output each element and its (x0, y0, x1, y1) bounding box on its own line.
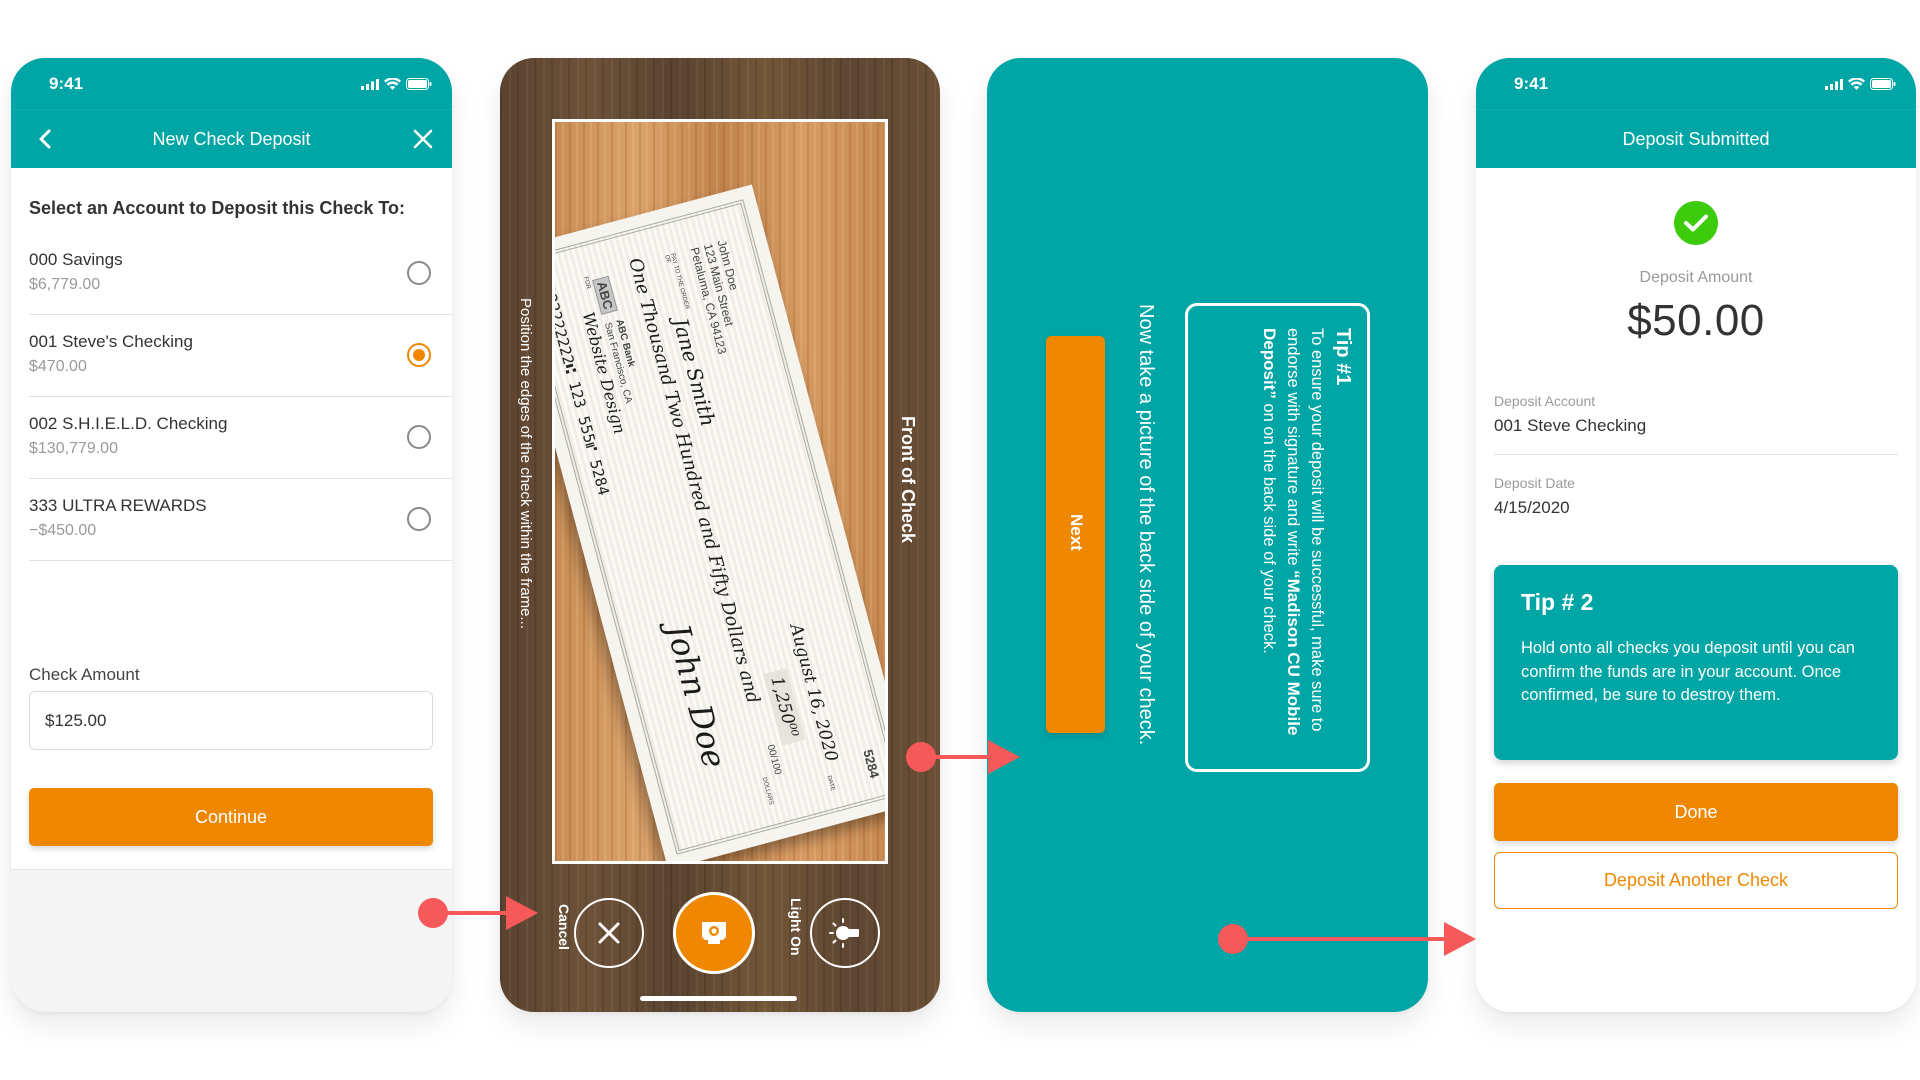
tip-title: Tip # 2 (1521, 589, 1594, 615)
account-balance: $130,779.00 (29, 440, 118, 457)
deposit-date-label: Deposit Date (1494, 475, 1575, 491)
close-icon (598, 922, 620, 944)
flashlight-toggle-button[interactable] (810, 898, 880, 968)
check-dollars-label: DOLLARS (760, 776, 774, 806)
account-radio[interactable] (407, 261, 431, 285)
screen-deposit-submitted: 9:41 Deposit Submitted Deposit Amount $5… (1476, 58, 1916, 1012)
capture-title: Front of Check (898, 416, 918, 544)
account-option[interactable]: 001 Steve's Checking $470.00 (29, 315, 452, 397)
light-label: Light On (788, 898, 804, 956)
signal-icon (1825, 78, 1843, 90)
check-memo-label: FOR (582, 276, 592, 290)
deposit-account-label: Deposit Account (1494, 393, 1596, 409)
check-capture-frame: John Doe 123 Main Street Petaluma, CA 94… (552, 119, 888, 864)
check-number: 5284 (860, 747, 883, 780)
tip-card: Tip # 2 Hold onto all checks you deposit… (1494, 565, 1898, 760)
cancel-label: Cancel (556, 904, 572, 950)
account-option[interactable]: 002 S.H.I.E.L.D. Checking $130,779.00 (29, 397, 452, 479)
wifi-icon (384, 78, 401, 90)
flow-arrow (906, 740, 1021, 774)
check-amount-label: Check Amount (29, 665, 140, 684)
next-button[interactable]: Next (1046, 336, 1105, 733)
account-name: 002 S.H.I.E.L.D. Checking (29, 414, 228, 433)
check-signature: John Doe (658, 619, 734, 773)
account-selection-form: Select an Account to Deposit this Check … (11, 168, 452, 870)
account-name: 333 ULTRA REWARDS (29, 496, 207, 515)
flow-arrow-head (1444, 922, 1476, 956)
account-radio-selected[interactable] (407, 343, 431, 367)
page-title: Deposit Submitted (1622, 129, 1770, 149)
flow-arrow-line (433, 911, 508, 915)
close-icon[interactable] (408, 124, 438, 154)
check-amount-input[interactable] (29, 691, 433, 750)
check-circle-icon (1674, 201, 1718, 245)
deposit-amount-label: Deposit Amount (1639, 269, 1753, 286)
account-name: 001 Steve's Checking (29, 332, 193, 351)
flow-arrow (1218, 922, 1478, 956)
check-date-label: DATE (825, 775, 836, 792)
camera-icon (702, 922, 726, 944)
account-balance: −$450.00 (29, 522, 97, 539)
account-name: 000 Savings (29, 250, 123, 269)
flow-arrow-line (1233, 937, 1448, 941)
back-capture-instruction: Now take a picture of the back side of y… (1135, 304, 1157, 746)
signal-icon (361, 78, 379, 90)
flow-arrow-head (506, 896, 538, 930)
flow-arrow-head (988, 740, 1020, 774)
deposit-date-value: 4/15/2020 (1494, 498, 1570, 517)
account-balance: $470.00 (29, 358, 87, 375)
account-option[interactable]: 333 ULTRA REWARDS −$450.00 (29, 479, 452, 561)
divider (1494, 454, 1898, 455)
screen-capture-front-of-check: John Doe 123 Main Street Petaluma, CA 94… (500, 58, 940, 1012)
check-pay-to-label: PAY TO THE ORDER OF (663, 252, 690, 311)
cancel-capture-button[interactable] (574, 898, 644, 968)
check-cents: 00/100 (764, 743, 784, 776)
screen-new-check-deposit: 9:41 New Check Deposit Select an Account… (11, 58, 452, 1012)
tip-card: Tip #1 To ensure your deposit will be su… (1185, 303, 1370, 772)
deposit-amount-value: $50.00 (1627, 296, 1765, 345)
status-bar: 9:41 (1476, 58, 1916, 110)
status-bar: 9:41 (11, 58, 452, 110)
account-option[interactable]: 000 Savings $6,779.00 (29, 233, 452, 315)
done-button[interactable]: Done (1494, 783, 1898, 841)
flashlight-icon (829, 918, 859, 948)
flow-arrow-line (921, 755, 991, 759)
tip-title: Tip #1 (1332, 328, 1354, 386)
section-heading: Select an Account to Deposit this Check … (29, 198, 406, 218)
battery-icon (406, 78, 432, 90)
capture-instruction: Position the edges of the check within t… (517, 298, 534, 630)
wifi-icon (1848, 78, 1865, 90)
deposit-account-value: 001 Steve Checking (1494, 416, 1647, 435)
deposit-another-check-button[interactable]: Deposit Another Check (1494, 852, 1898, 909)
status-time: 9:41 (49, 74, 84, 93)
home-indicator (640, 996, 797, 1001)
continue-button[interactable]: Continue (29, 788, 433, 846)
tip-text: Hold onto all checks you deposit until y… (1521, 639, 1855, 704)
shutter-button[interactable] (673, 892, 755, 974)
flow-arrow (418, 896, 538, 930)
tip-text: To ensure your deposit will be successfu… (1260, 328, 1326, 736)
account-radio[interactable] (407, 507, 431, 531)
next-button-label: Next (1067, 514, 1086, 551)
account-radio[interactable] (407, 425, 431, 449)
nav-bar: Deposit Submitted (1476, 110, 1916, 168)
account-balance: $6,779.00 (29, 276, 101, 293)
nav-bar: New Check Deposit (11, 110, 452, 168)
check-image: John Doe 123 Main Street Petaluma, CA 94… (555, 184, 885, 861)
battery-icon (1870, 78, 1896, 90)
screen-endorse-tip: Next Now take a picture of the back side… (987, 58, 1428, 1012)
status-time: 9:41 (1514, 74, 1549, 93)
page-title: New Check Deposit (152, 129, 311, 149)
